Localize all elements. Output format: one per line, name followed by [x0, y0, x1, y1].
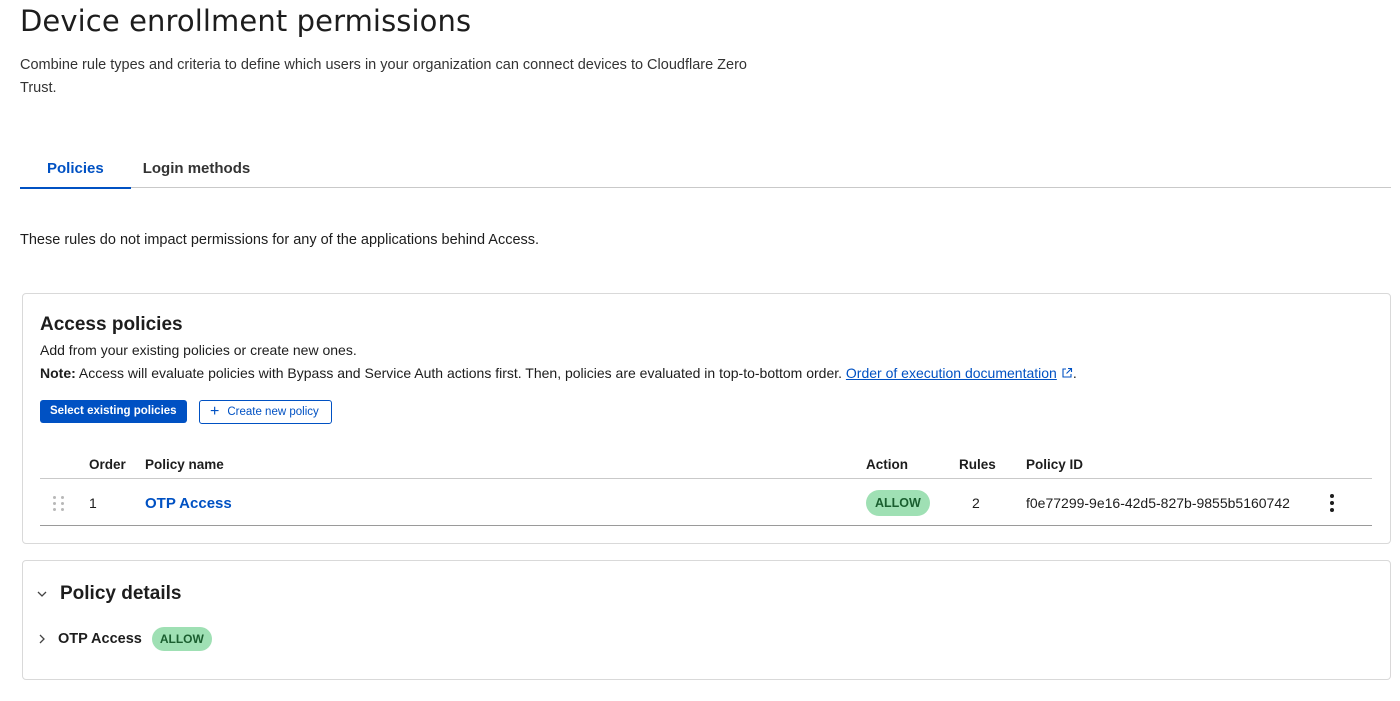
- chevron-down-icon: [37, 591, 47, 597]
- column-policy-id: Policy ID: [1026, 457, 1084, 472]
- column-rules: Rules: [959, 457, 996, 472]
- create-new-policy-label: Create new policy: [227, 406, 319, 418]
- create-new-policy-button[interactable]: + Create new policy: [199, 400, 332, 424]
- order-of-execution-link[interactable]: Order of execution documentation: [846, 365, 1057, 381]
- policies-table-header: Order Policy name Action Rules Policy ID: [40, 454, 1372, 479]
- plus-icon: +: [210, 403, 220, 420]
- allow-badge: ALLOW: [151, 627, 212, 651]
- column-order: Order: [89, 457, 126, 472]
- policy-details-toggle[interactable]: Policy details: [36, 583, 181, 605]
- tab-policies[interactable]: Policies: [20, 150, 131, 189]
- info-text: These rules do not impact permissions fo…: [20, 232, 540, 248]
- tab-login-methods[interactable]: Login methods: [131, 150, 278, 188]
- row-menu: [1326, 480, 1338, 526]
- note-end: .: [1072, 365, 1077, 381]
- policy-details-title: Policy details: [60, 583, 182, 604]
- policy-details-item-label: OTP Access: [58, 631, 142, 647]
- select-existing-policies-button[interactable]: Select existing policies: [40, 400, 187, 423]
- row-policy-id: f0e77299-9e16-42d5-827b-9855b5160742: [1026, 495, 1290, 511]
- access-policies-card: Access policies Add from your existing p…: [22, 293, 1391, 544]
- note-label: Note:: [40, 365, 76, 381]
- policy-name-link[interactable]: OTP Access: [145, 480, 232, 526]
- policy-details-item[interactable]: OTP Access ALLOW: [36, 627, 212, 651]
- row-rules: 2: [972, 495, 980, 511]
- page-description: Combine rule types and criteria to defin…: [20, 57, 747, 96]
- external-link-icon: [1062, 367, 1072, 378]
- chevron-right-icon: [39, 634, 45, 644]
- row-order: 1: [89, 495, 97, 511]
- access-policies-title: Access policies: [40, 314, 183, 335]
- column-policy-name: Policy name: [145, 457, 224, 472]
- policy-details-card: Policy details OTP Access ALLOW: [22, 560, 1391, 680]
- allow-badge: ALLOW: [866, 490, 930, 516]
- execution-order-note: Note: Access will evaluate policies with…: [40, 365, 1077, 381]
- kebab-menu-icon[interactable]: [1326, 490, 1338, 516]
- tab-bar: Policies Login methods: [20, 150, 1391, 189]
- access-policies-subtitle: Add from your existing policies or creat…: [40, 342, 357, 358]
- page-title: Device enrollment permissions: [20, 4, 472, 38]
- column-action: Action: [866, 457, 908, 472]
- drag-handle-icon[interactable]: [53, 480, 67, 526]
- row-action: ALLOW: [866, 480, 930, 526]
- note-text: Access will evaluate policies with Bypas…: [75, 365, 846, 381]
- table-row: 1 OTP Access ALLOW 2 f0e77299-9e16-42d5-…: [40, 480, 1372, 526]
